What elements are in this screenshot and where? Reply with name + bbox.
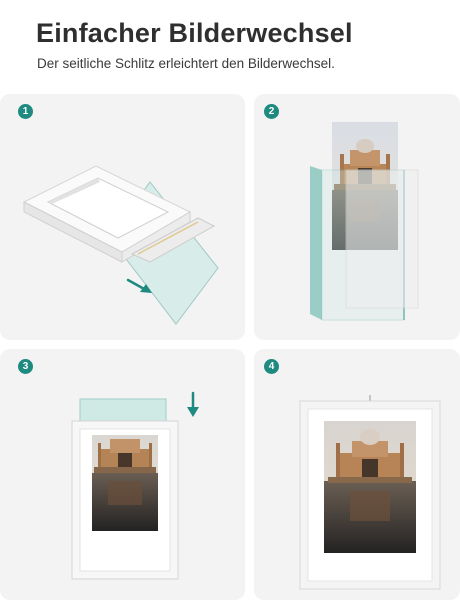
step-number-badge: 3: [18, 359, 33, 374]
page-subtitle: Der seitliche Schlitz erleichtert den Bi…: [37, 56, 335, 71]
photo-glass-illustration: [310, 122, 419, 321]
framed-photo-illustration: [299, 395, 441, 590]
step-number-badge: 4: [264, 359, 279, 374]
step-number-badge: 2: [264, 104, 279, 119]
step-3-panel: 3: [0, 349, 245, 600]
insert-photo-illustration: [71, 391, 199, 580]
arrow-down-icon: [187, 391, 199, 417]
frame-slide-out-illustration: [22, 165, 219, 325]
step-4-panel: 4: [254, 349, 460, 600]
step-1-panel: 1: [0, 94, 245, 340]
step-number-badge: 1: [18, 104, 33, 119]
page-title: Einfacher Bilderwechsel: [36, 18, 353, 48]
step-2-panel: 2: [254, 94, 460, 340]
